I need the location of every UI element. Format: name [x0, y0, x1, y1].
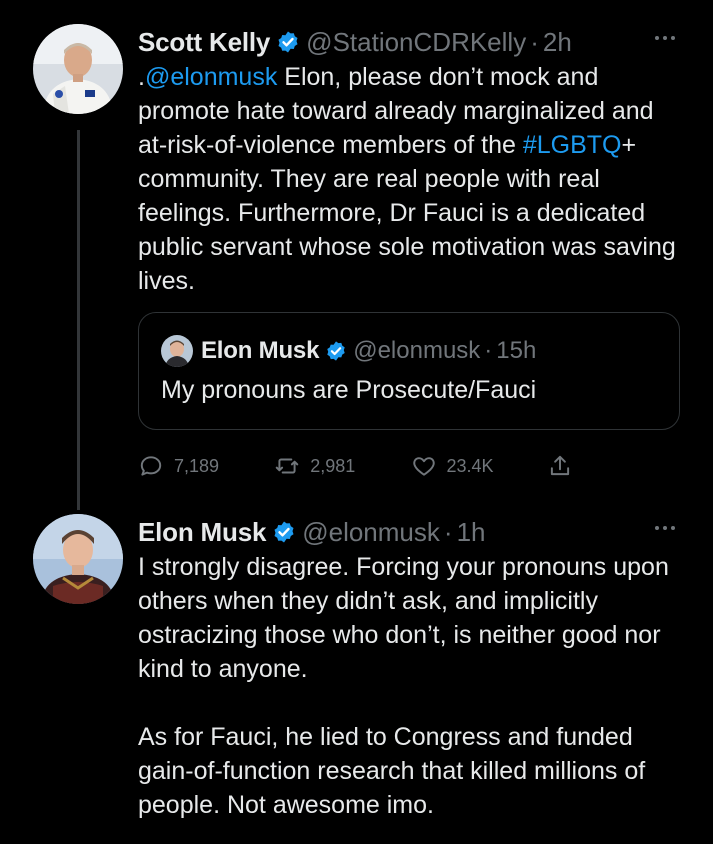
separator-dot: ·	[443, 516, 453, 547]
reply-icon	[140, 456, 162, 476]
share-icon	[550, 455, 569, 476]
quoted-author-handle[interactable]: @elonmusk	[353, 337, 480, 365]
tweet-header: Elon Musk @elonmusk · 1h	[138, 514, 683, 550]
reply-count: 7,189	[174, 455, 220, 476]
separator-dot: ·	[484, 337, 493, 364]
mention-link[interactable]: @elonmusk	[145, 63, 277, 91]
retweet-count: 2,981	[310, 455, 356, 476]
tweet-text: I strongly disagree. Forcing your pronou…	[138, 550, 683, 822]
author-name[interactable]: Elon Musk	[138, 517, 266, 548]
tweet-text: .@elonmusk Elon, please don’t mock and p…	[138, 63, 676, 295]
like-button[interactable]: 23.4K	[411, 453, 547, 479]
tweet-body: Elon Musk @elonmusk · 1h I strongly disa…	[138, 514, 683, 822]
quoted-avatar	[161, 335, 193, 367]
quoted-tweet[interactable]: Elon Musk @elonmusk · 15h My pronouns ar…	[138, 312, 680, 430]
tweet-paragraph: I strongly disagree. Forcing your pronou…	[138, 553, 669, 683]
verified-badge-icon	[278, 31, 298, 53]
author-handle[interactable]: @StationCDRKelly	[306, 27, 526, 58]
more-options-icon[interactable]	[647, 518, 683, 538]
tweet-header: Scott Kelly @StationCDRKelly · 2h	[138, 24, 683, 60]
tweet-actions: 7,189 2,981 23.4K	[138, 448, 683, 484]
avatar[interactable]	[33, 514, 123, 604]
retweet-button[interactable]: 2,981	[274, 453, 410, 479]
heart-icon	[412, 457, 435, 476]
retweet-icon	[275, 458, 299, 474]
author-name[interactable]: Scott Kelly	[138, 27, 270, 58]
verified-badge-icon	[274, 521, 294, 543]
quoted-tweet-header: Elon Musk @elonmusk · 15h	[161, 335, 657, 367]
author-handle[interactable]: @elonmusk	[302, 517, 440, 548]
like-count: 23.4K	[446, 455, 494, 476]
thread-connector-line	[77, 130, 80, 510]
quoted-tweet-text: My pronouns are Prosecute/Fauci	[161, 376, 537, 404]
avatar[interactable]	[33, 24, 123, 114]
quoted-timestamp[interactable]: 15h	[496, 337, 536, 365]
timestamp[interactable]: 2h	[543, 27, 572, 58]
more-options-icon[interactable]	[647, 28, 683, 48]
reply-button[interactable]: 7,189	[138, 453, 274, 479]
tweet-paragraph: As for Fauci, he lied to Congress and fu…	[138, 723, 646, 819]
hashtag-link[interactable]: #LGBTQ	[523, 131, 622, 159]
timestamp[interactable]: 1h	[457, 517, 486, 548]
share-button[interactable]	[547, 453, 683, 479]
tweet-body: Scott Kelly @StationCDRKelly · 2h .@elon…	[138, 24, 683, 484]
verified-badge-icon	[327, 341, 345, 361]
quoted-author-name[interactable]: Elon Musk	[201, 337, 319, 365]
separator-dot: ·	[530, 26, 539, 57]
